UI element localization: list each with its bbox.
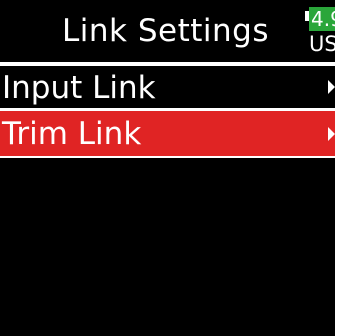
menu-item-label: Input Link: [2, 70, 156, 106]
chevron-right-icon: [328, 80, 335, 94]
chevron-right-icon: [328, 127, 335, 141]
link-settings-screen: Link Settings 4.9 USB Input Link Trim Li…: [0, 0, 335, 336]
header-bar: Link Settings 4.9 USB: [0, 0, 335, 63]
menu-item-label: Trim Link: [2, 116, 142, 152]
menu-item-input-link[interactable]: Input Link: [0, 64, 335, 110]
battery-indicator: 4.9 USB: [305, 6, 335, 58]
menu-item-trim-link[interactable]: Trim Link: [0, 109, 335, 158]
page-title: Link Settings: [62, 13, 269, 49]
power-source-text: USB: [309, 32, 335, 56]
battery-level-text: 4.9: [309, 7, 335, 31]
